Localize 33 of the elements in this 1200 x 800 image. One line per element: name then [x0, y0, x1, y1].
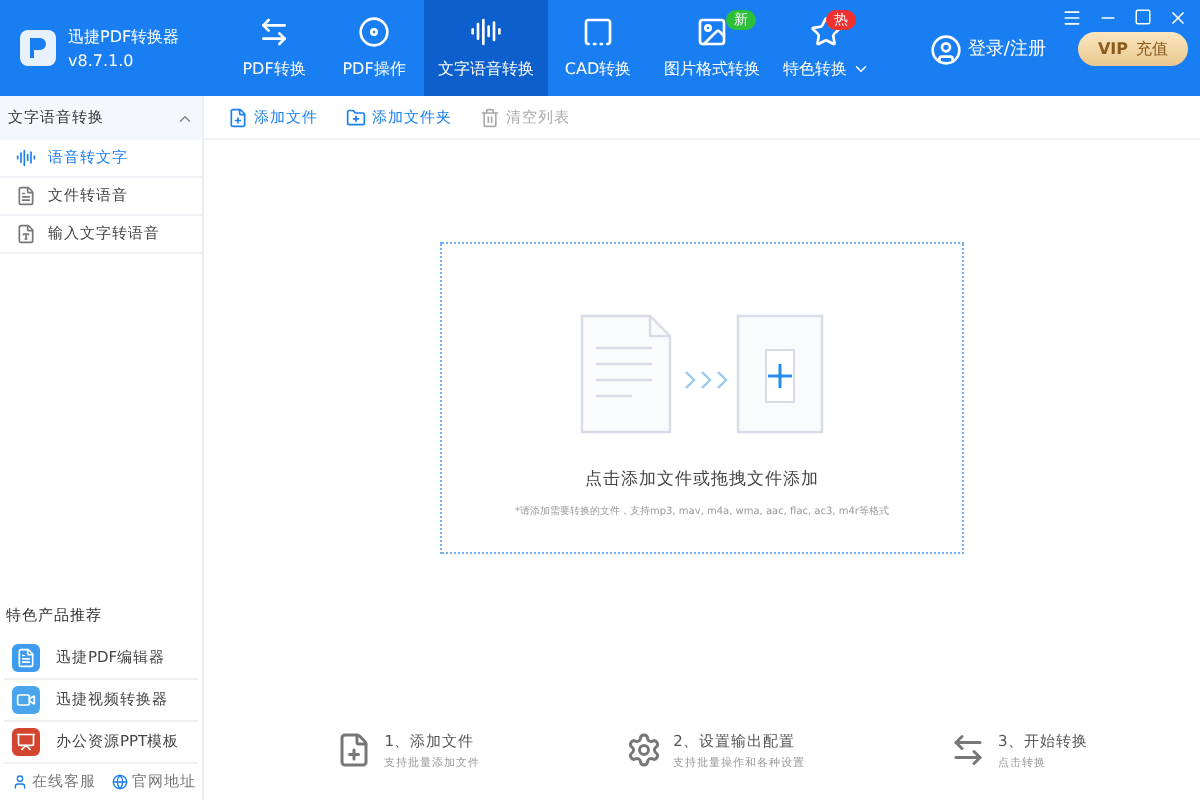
menu-icon[interactable]	[1062, 8, 1082, 28]
user-icon	[12, 774, 28, 790]
document-icon	[16, 186, 36, 206]
frame-icon	[582, 16, 614, 48]
nav-tab[interactable]: CAD转换	[548, 0, 648, 96]
app-version: v8.7.1.0	[68, 52, 136, 70]
arrows-icon	[950, 732, 987, 768]
globe-icon	[112, 774, 128, 790]
disc-icon	[358, 16, 390, 48]
pdf-icon	[16, 648, 36, 668]
arrows-icon	[258, 16, 290, 48]
maximize-icon[interactable]	[1134, 8, 1152, 26]
nav-tab[interactable]: PDF操作	[324, 0, 424, 96]
app-name: 迅捷PDF转换器	[68, 26, 180, 48]
text-icon	[16, 224, 36, 244]
user-icon	[929, 33, 962, 65]
slides-icon	[16, 732, 36, 752]
close-icon[interactable]	[1168, 8, 1188, 28]
vip-button[interactable]: VIP 充值	[1077, 32, 1188, 66]
file-plus-icon	[228, 107, 248, 127]
app-logo	[20, 30, 56, 66]
nav-tab[interactable]: 文字语音转换	[424, 0, 548, 96]
settings-icon	[625, 732, 662, 768]
login-button[interactable]: 登录/注册	[929, 33, 1046, 65]
image-icon	[696, 16, 728, 48]
video-icon	[16, 690, 36, 710]
file-plus-icon	[336, 732, 373, 768]
trash-icon	[480, 107, 500, 127]
sound-wave-icon	[470, 16, 502, 48]
folder-plus-icon	[346, 107, 366, 127]
nav-tab[interactable]: PDF转换	[224, 0, 324, 96]
drop-zone-title: 点击添加文件或拖拽文件添加	[585, 468, 819, 492]
sound-wave-icon	[16, 148, 36, 168]
